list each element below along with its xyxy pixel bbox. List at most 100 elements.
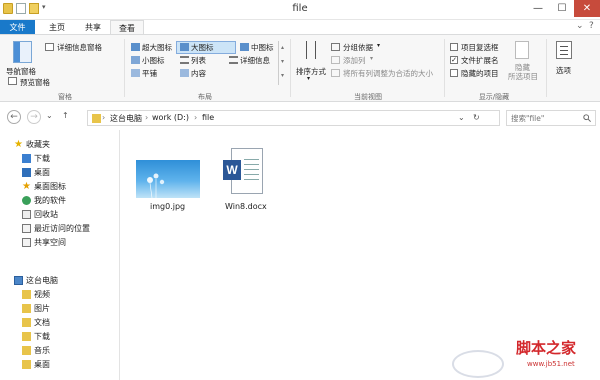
- layout-large-icons[interactable]: 大图标: [191, 42, 214, 53]
- ribbon-tabs: 文件 主页 共享 查看 ⌄ ?: [0, 20, 600, 35]
- breadcrumb-this-pc[interactable]: 这台电脑: [110, 113, 142, 124]
- nav-this-pc[interactable]: 这台电脑: [14, 274, 58, 287]
- pane-group-label: 窗格: [58, 93, 72, 101]
- address-bar[interactable]: › 这台电脑 › work (D:) › file ⌄ ↻: [87, 110, 500, 126]
- nav-item-recycle-bin[interactable]: 回收站: [22, 208, 58, 221]
- small-icons-icon: [131, 56, 140, 64]
- nav-item-pictures[interactable]: 图片: [22, 302, 50, 315]
- breadcrumb-separator: ›: [194, 113, 198, 122]
- group-by-icon: [331, 43, 340, 51]
- search-input[interactable]: [507, 111, 579, 125]
- navigation-pane-button[interactable]: 导航窗格: [6, 66, 36, 77]
- tab-file[interactable]: 文件: [0, 20, 35, 35]
- file-extensions-checkbox[interactable]: ✓: [450, 56, 458, 64]
- ribbon: 导航窗格 详细信息窗格 预览窗格 窗格 超大图标 大图标 中图标 小图标 列表 …: [0, 34, 600, 102]
- group-divider: [546, 39, 547, 97]
- word-document-icon: W: [223, 160, 241, 180]
- address-dropdown[interactable]: ⌄: [458, 113, 465, 122]
- nav-favorites-label: 收藏夹: [26, 140, 50, 149]
- documents-folder-icon: [22, 318, 31, 327]
- minimize-button[interactable]: —: [527, 0, 549, 17]
- nav-item-recent-places[interactable]: 最近访问的位置: [22, 222, 90, 235]
- tab-view[interactable]: 查看: [110, 20, 144, 35]
- tab-share[interactable]: 共享: [76, 20, 110, 35]
- up-button[interactable]: ↑: [62, 111, 69, 120]
- medium-icons-icon: [240, 43, 249, 51]
- file-name-win8-docx[interactable]: Win8.docx: [225, 202, 267, 211]
- item-checkboxes-checkbox[interactable]: [450, 43, 458, 51]
- star-icon: ★: [22, 181, 31, 192]
- nav-item-label: 音乐: [34, 346, 50, 355]
- forward-button[interactable]: →: [27, 110, 41, 124]
- maximize-button[interactable]: ☐: [551, 0, 573, 17]
- content-icon: [180, 69, 189, 77]
- expand-ribbon-icon[interactable]: ⌄: [576, 21, 584, 31]
- options-icon[interactable]: [556, 41, 572, 59]
- tab-home[interactable]: 主页: [40, 20, 74, 35]
- download-folder-icon: [22, 154, 31, 163]
- item-checkboxes-label: 项目复选框: [461, 43, 499, 52]
- details-pane-icon: [45, 43, 54, 51]
- close-button[interactable]: ✕: [574, 0, 600, 17]
- nav-item-label: 文档: [34, 318, 50, 327]
- nav-item-desktop[interactable]: 桌面: [22, 166, 50, 179]
- details-pane-button[interactable]: 详细信息窗格: [57, 42, 102, 53]
- file-name-img0[interactable]: img0.jpg: [150, 202, 185, 211]
- title-bar: ▾ file — ☐ ✕: [0, 0, 600, 20]
- nav-item-documents[interactable]: 文档: [22, 316, 50, 329]
- group-divider: [444, 39, 445, 97]
- details-icon: [229, 56, 238, 64]
- layout-content[interactable]: 内容: [191, 68, 206, 79]
- layout-small-icons[interactable]: 小图标: [142, 55, 165, 66]
- nav-item-label: 图片: [34, 304, 50, 313]
- sort-by-button[interactable]: 排序方式: [296, 66, 326, 77]
- group-by-button[interactable]: 分组依据: [343, 42, 373, 53]
- nav-item-my-software[interactable]: 我的软件: [22, 194, 66, 207]
- recent-locations-dropdown[interactable]: ⌄: [46, 111, 53, 120]
- preview-pane-button[interactable]: 预览窗格: [20, 77, 50, 88]
- breadcrumb-separator: ›: [102, 113, 106, 122]
- add-columns-button[interactable]: 添加列: [343, 55, 366, 66]
- layout-tiles[interactable]: 平铺: [142, 68, 157, 79]
- nav-item-videos[interactable]: 视频: [22, 288, 50, 301]
- breadcrumb-work-drive[interactable]: work (D:): [152, 113, 189, 122]
- file-item-img0[interactable]: [136, 160, 200, 199]
- layout-details[interactable]: 详细信息: [240, 55, 270, 66]
- help-icon[interactable]: ?: [589, 21, 594, 31]
- options-button[interactable]: 选项: [556, 65, 571, 76]
- nav-item-downloads-pc[interactable]: 下载: [22, 330, 50, 343]
- list-icon: [180, 56, 189, 64]
- nav-item-desktop-pc[interactable]: 桌面: [22, 358, 50, 371]
- group-divider: [124, 39, 125, 97]
- back-button[interactable]: ←: [7, 110, 21, 124]
- file-extensions-label: 文件扩展名: [461, 56, 499, 65]
- nav-item-shared-space[interactable]: 共享空间: [22, 236, 66, 249]
- watermark-brand: 脚本之家: [516, 339, 577, 357]
- extra-large-icons-icon: [131, 43, 140, 51]
- nav-item-music[interactable]: 音乐: [22, 344, 50, 357]
- file-item-win8-docx[interactable]: W: [219, 148, 265, 202]
- search-box[interactable]: [506, 110, 596, 126]
- navigation-pane-icon[interactable]: [13, 41, 32, 63]
- hide-selected-icon[interactable]: [515, 41, 529, 59]
- nav-item-label: 视频: [34, 290, 50, 299]
- recent-places-icon: [22, 224, 31, 233]
- layout-scroll-arrows[interactable]: ▴ ▾ ▾: [278, 41, 286, 85]
- hidden-items-checkbox[interactable]: [450, 69, 458, 77]
- nav-item-downloads[interactable]: 下载: [22, 152, 50, 165]
- refresh-icon[interactable]: ↻: [473, 113, 480, 122]
- layout-extra-large-icons[interactable]: 超大图标: [142, 42, 172, 53]
- computer-icon: [14, 276, 23, 285]
- size-all-columns-button[interactable]: 将所有列调整为合适的大小: [343, 68, 433, 79]
- sort-by-icon[interactable]: [304, 41, 318, 61]
- desktop-icon: [22, 168, 31, 177]
- software-icon: [22, 196, 31, 205]
- layout-medium-icons[interactable]: 中图标: [251, 42, 274, 53]
- tiles-icon: [131, 69, 140, 77]
- nav-item-desktop-icons[interactable]: ★ 桌面图标: [22, 180, 66, 193]
- nav-favorites[interactable]: ★ 收藏夹: [14, 138, 50, 151]
- search-icon[interactable]: [583, 114, 591, 122]
- layout-list[interactable]: 列表: [191, 55, 206, 66]
- layout-group-label: 布局: [198, 93, 212, 101]
- breadcrumb-file[interactable]: file: [202, 113, 214, 122]
